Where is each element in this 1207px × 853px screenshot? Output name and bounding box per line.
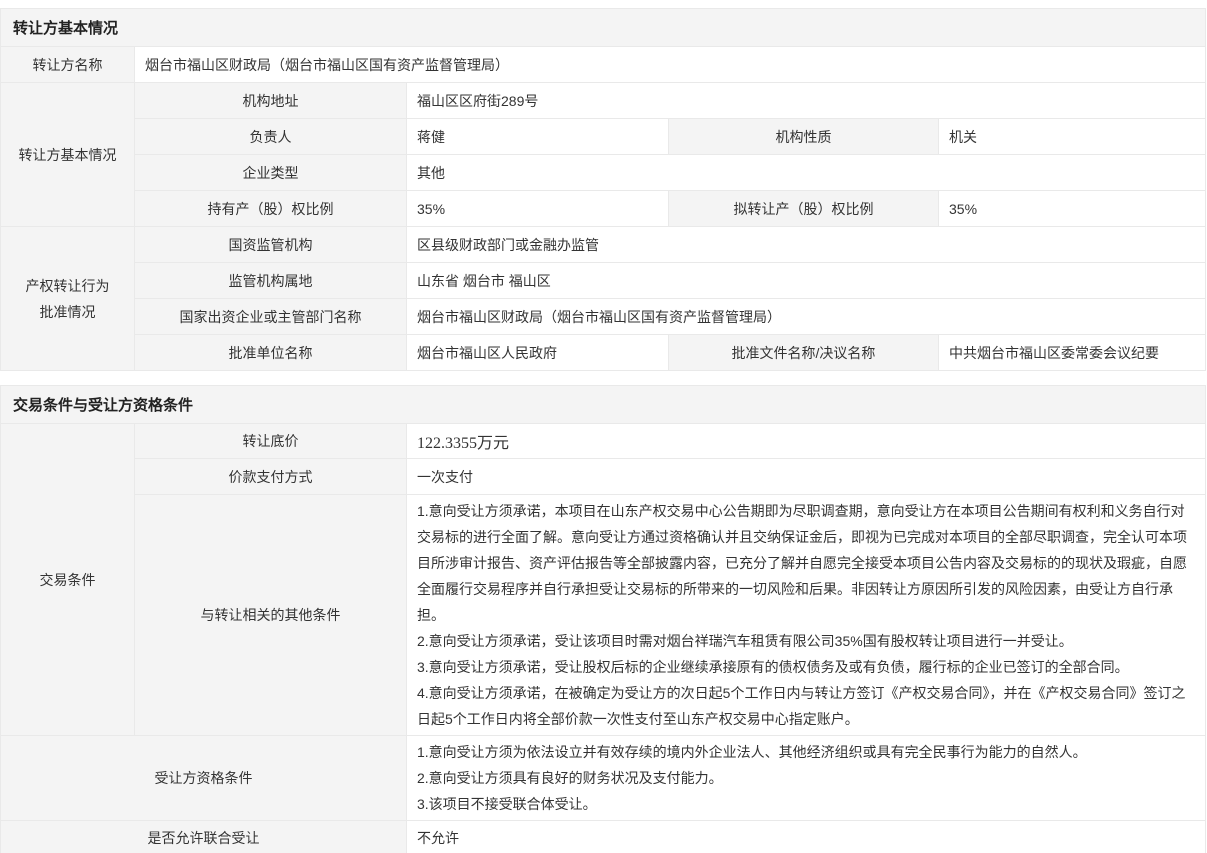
value-approval-document: 中共烟台市福山区委常委会议纪要	[939, 335, 1206, 371]
value-transferee-qualifications: 1.意向受让方须为依法设立并有效存续的境内外企业法人、其他经济组织或具有完全民事…	[407, 736, 1206, 821]
label-approval-document: 批准文件名称/决议名称	[669, 335, 939, 371]
label-authority-location: 监管机构属地	[135, 263, 407, 299]
group-label-transaction-conditions: 交易条件	[1, 424, 135, 736]
label-sasac-authority: 国资监管机构	[135, 227, 407, 263]
label-other-transfer-conditions: 与转让相关的其他条件	[135, 495, 407, 736]
section-title-transferor-info: 转让方基本情况	[1, 9, 1206, 47]
value-joint-transfer-allowed: 不允许	[407, 821, 1206, 853]
section-title-transaction-conditions: 交易条件与受让方资格条件	[1, 386, 1206, 424]
value-authority-location: 山东省 烟台市 福山区	[407, 263, 1206, 299]
label-institution-nature: 机构性质	[669, 119, 939, 155]
label-approval-unit: 批准单位名称	[135, 335, 407, 371]
group-label-line2: 批准情况	[7, 299, 128, 325]
group-label-approval-status: 产权转让行为 批准情况	[1, 227, 135, 371]
group-label-line1: 产权转让行为	[7, 273, 128, 299]
label-state-funded-enterprise: 国家出资企业或主管部门名称	[135, 299, 407, 335]
label-institution-address: 机构地址	[135, 83, 407, 119]
label-person-in-charge: 负责人	[135, 119, 407, 155]
value-person-in-charge: 蒋健	[407, 119, 669, 155]
label-transfer-equity-ratio: 拟转让产（股）权比例	[669, 191, 939, 227]
value-state-funded-enterprise: 烟台市福山区财政局（烟台市福山区国有资产监督管理局）	[407, 299, 1206, 335]
label-transferor-name: 转让方名称	[1, 47, 135, 83]
value-payment-method: 一次支付	[407, 459, 1206, 495]
transaction-conditions-table: 交易条件与受让方资格条件 交易条件 转让底价 122.3355万元 价款支付方式…	[0, 385, 1206, 853]
transferor-info-table: 转让方基本情况 转让方名称 烟台市福山区财政局（烟台市福山区国有资产监督管理局）…	[0, 8, 1206, 371]
value-enterprise-type: 其他	[407, 155, 1206, 191]
label-payment-method: 价款支付方式	[135, 459, 407, 495]
group-label-transferor-basic: 转让方基本情况	[1, 83, 135, 227]
label-transferee-qualifications: 受让方资格条件	[1, 736, 407, 821]
value-sasac-authority: 区县级财政部门或金融办监管	[407, 227, 1206, 263]
value-institution-nature: 机关	[939, 119, 1206, 155]
value-other-transfer-conditions: 1.意向受让方须承诺，本项目在山东产权交易中心公告期即为尽职调查期，意向受让方在…	[407, 495, 1206, 736]
value-institution-address: 福山区区府街289号	[407, 83, 1206, 119]
value-transfer-equity-ratio: 35%	[939, 191, 1206, 227]
label-held-equity-ratio: 持有产（股）权比例	[135, 191, 407, 227]
label-reserve-price: 转让底价	[135, 424, 407, 459]
value-transferor-name: 烟台市福山区财政局（烟台市福山区国有资产监督管理局）	[135, 47, 1206, 83]
value-held-equity-ratio: 35%	[407, 191, 669, 227]
value-approval-unit: 烟台市福山区人民政府	[407, 335, 669, 371]
property-transfer-document: 转让方基本情况 转让方名称 烟台市福山区财政局（烟台市福山区国有资产监督管理局）…	[0, 0, 1206, 853]
label-enterprise-type: 企业类型	[135, 155, 407, 191]
value-reserve-price: 122.3355万元	[407, 424, 1206, 459]
label-joint-transfer-allowed: 是否允许联合受让	[1, 821, 407, 853]
